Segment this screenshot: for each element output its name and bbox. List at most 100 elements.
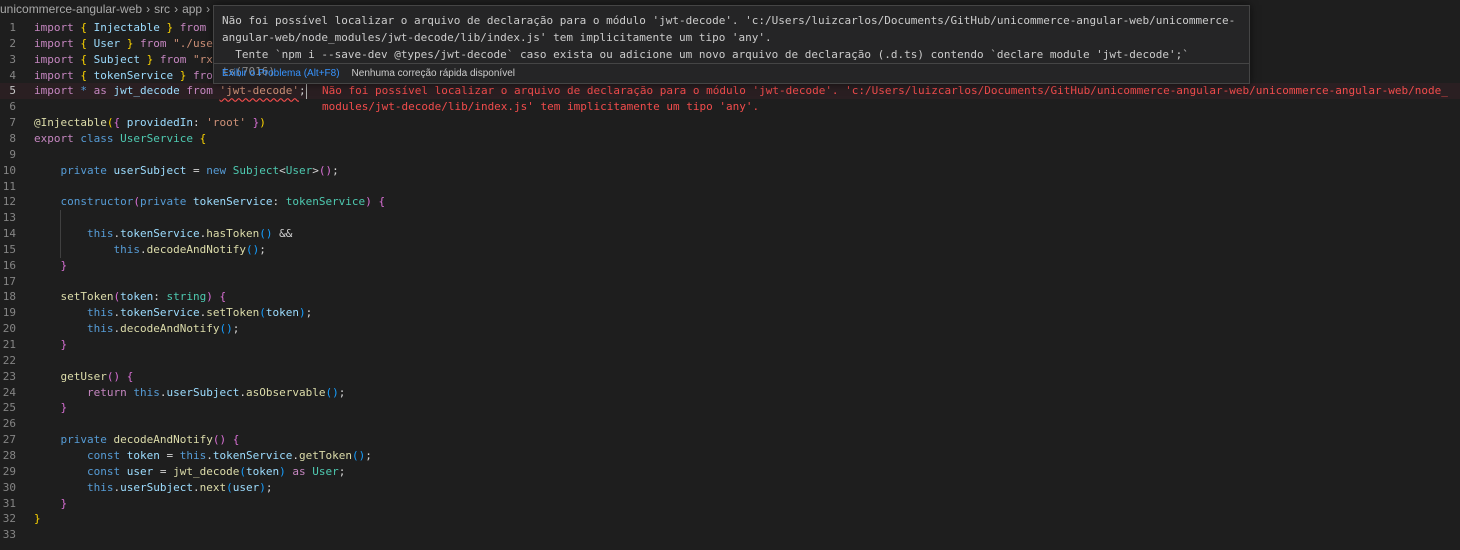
code-editor[interactable]: 1 import { Injectable } from " 2 import { U… xyxy=(0,20,1460,550)
code-token: { xyxy=(80,52,87,66)
code-token: asObservable xyxy=(245,385,326,399)
code-token: . xyxy=(139,242,147,256)
line-code: this.userSubject.next(user); xyxy=(34,480,272,496)
code-line[interactable]: 5 Não foi possível localizar o arquivo de… xyxy=(0,83,1460,113)
code-token: from xyxy=(159,52,187,66)
line-code: this.tokenService.setToken(token); xyxy=(34,305,312,321)
code-line[interactable]: 17 xyxy=(0,274,1460,290)
code-line[interactable]: 19 this.tokenService.setToken(token); xyxy=(0,305,1460,321)
code-line[interactable]: 9 xyxy=(0,147,1460,163)
code-token: decodeAndNotify xyxy=(113,433,213,447)
breadcrumb-item[interactable]: src xyxy=(154,2,170,16)
code-line[interactable]: 31 } xyxy=(0,496,1460,512)
code-token: : xyxy=(192,116,207,130)
line-number: 30 xyxy=(2,480,16,494)
line-number: 22 xyxy=(2,353,16,367)
breadcrumb-item[interactable]: unicommerce-angular-web xyxy=(0,2,142,16)
line-code: import { Injectable } from " xyxy=(34,20,219,36)
line-code: const user = jwt_decode(token) as User; xyxy=(34,464,345,480)
code-line[interactable]: 27 private decodeAndNotify() { xyxy=(0,432,1460,448)
code-token: ; xyxy=(265,480,273,494)
line-number: 5 xyxy=(9,84,16,98)
code-line[interactable]: 28 const token = this.tokenService.getTo… xyxy=(0,448,1460,464)
code-token: * xyxy=(80,84,87,98)
code-line[interactable]: 16 } xyxy=(0,258,1460,274)
line-number: 19 xyxy=(2,306,16,320)
line-number: 18 xyxy=(2,290,16,304)
line-code: this.decodeAndNotify(); xyxy=(34,242,266,258)
code-token: tokenService xyxy=(93,68,174,82)
code-token: ) xyxy=(279,464,286,478)
code-line[interactable]: 21 } xyxy=(0,337,1460,353)
code-token: ; xyxy=(332,163,339,177)
view-problem-link[interactable]: Exibir o Problema (Alt+F8) xyxy=(222,68,340,79)
line-code: } xyxy=(34,258,68,274)
code-token: { xyxy=(219,290,227,304)
code-token: ) xyxy=(365,195,372,209)
code-token: ; xyxy=(338,385,346,399)
code-line[interactable]: 10 private userSubject = new Subject<Use… xyxy=(0,163,1460,179)
line-code: import { tokenService } from xyxy=(34,68,219,84)
code-line[interactable]: 25 } xyxy=(0,400,1460,416)
code-token: import xyxy=(34,36,74,50)
code-token: { xyxy=(80,21,87,34)
line-number: 9 xyxy=(9,147,16,161)
code-line[interactable]: 12 constructor(private tokenService: tok… xyxy=(0,194,1460,210)
code-token: ( xyxy=(239,464,246,478)
code-token: ; xyxy=(259,242,266,256)
code-token: () xyxy=(259,227,273,241)
code-line[interactable]: 7 @Injectable({ providedIn: 'root' }) xyxy=(0,115,1460,131)
code-line[interactable]: 22 xyxy=(0,353,1460,369)
code-token: tokenService xyxy=(285,195,366,209)
code-line[interactable]: 14 this.tokenService.hasToken() && xyxy=(0,226,1460,242)
code-token: < xyxy=(279,163,286,177)
line-code: getUser() { xyxy=(34,369,134,385)
code-line[interactable]: 20 this.decodeAndNotify(); xyxy=(0,321,1460,337)
line-number: 24 xyxy=(2,385,16,399)
code-token: . xyxy=(192,480,200,494)
code-line[interactable]: 29 const user = jwt_decode(token) as Use… xyxy=(0,464,1460,480)
code-token: providedIn xyxy=(126,116,193,130)
code-line[interactable]: 23 getUser() { xyxy=(0,369,1460,385)
code-token: () xyxy=(245,242,260,256)
line-number: 15 xyxy=(2,242,16,256)
line-code: import { User } from "./user xyxy=(34,36,219,52)
code-token: . xyxy=(206,448,213,462)
line-number: 26 xyxy=(2,417,16,431)
code-line[interactable]: 15 this.decodeAndNotify(); xyxy=(0,242,1460,258)
code-token: const xyxy=(86,464,121,478)
code-line[interactable]: 26 xyxy=(0,416,1460,432)
code-line[interactable]: 32} xyxy=(0,511,1460,527)
code-line[interactable]: 8 export class UserService { xyxy=(0,131,1460,147)
code-token: ; xyxy=(338,464,346,478)
code-token: this xyxy=(86,306,114,320)
code-token: Injectable xyxy=(93,21,160,34)
code-line[interactable]: 24 return this.userSubject.asObservable(… xyxy=(0,385,1460,401)
code-line[interactable]: 6 xyxy=(0,99,1460,115)
code-token: import xyxy=(34,52,74,66)
line-number: 1 xyxy=(9,21,16,34)
code-token: ; xyxy=(298,84,306,98)
code-token: from xyxy=(140,36,167,50)
code-line[interactable]: 11 xyxy=(0,179,1460,195)
code-token: Subject xyxy=(93,52,140,66)
code-token: { xyxy=(126,369,134,383)
code-token: constructor xyxy=(60,195,134,209)
code-token: "./user xyxy=(166,36,220,50)
code-token: Injectable xyxy=(40,116,107,130)
code-line[interactable]: 30 this.userSubject.next(user); xyxy=(0,480,1460,496)
breadcrumb: unicommerce-angular-web›src›app›core xyxy=(0,0,237,18)
breadcrumb-item[interactable]: app xyxy=(182,2,202,16)
code-line[interactable]: 13 xyxy=(0,210,1460,226)
code-line[interactable]: 33 xyxy=(0,527,1460,543)
code-token: tokenService xyxy=(120,306,200,320)
code-line[interactable]: 18 setToken(token: string) { xyxy=(0,289,1460,305)
chevron-right-icon: › xyxy=(174,2,179,16)
code-token: } xyxy=(60,401,68,415)
